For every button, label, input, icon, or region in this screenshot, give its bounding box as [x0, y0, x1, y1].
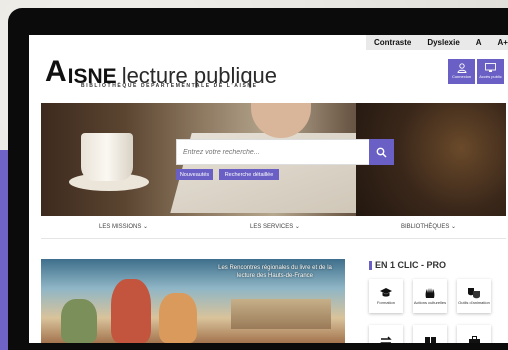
sidebar-heading-text: EN 1 CLIC - PRO [375, 260, 447, 270]
tile-catalog[interactable] [413, 325, 447, 343]
search-box [176, 139, 394, 165]
illustration-city [231, 299, 331, 329]
heading-accent [369, 260, 372, 270]
nav-libraries[interactable]: BIBLIOTHÈQUES ⌄ [401, 223, 456, 230]
open-book-icon [424, 337, 436, 343]
search-input[interactable] [177, 148, 369, 156]
toolbox-icon [468, 336, 480, 343]
tile-cultural-actions[interactable]: Actions culturelles [413, 279, 447, 313]
search-icon [376, 147, 387, 158]
browser-viewport: Contraste Dyslexie A A+ A ISNE lecture p… [29, 35, 508, 343]
tile-exchange[interactable] [369, 325, 403, 343]
featured-article-image[interactable]: Les Rencontres régionales du livre et de… [41, 259, 345, 343]
article-title: Les Rencontres régionales du livre et de… [218, 265, 332, 279]
hands-icon [425, 287, 435, 298]
accessibility-bar: Contraste Dyslexie A A+ [366, 35, 508, 50]
graduation-cap-icon [380, 288, 392, 297]
new-arrivals-button[interactable]: Nouveautés [176, 169, 213, 180]
theater-masks-icon [468, 287, 480, 299]
font-size-large[interactable]: A+ [495, 38, 508, 47]
logo-letter: A [45, 55, 67, 88]
hero-banner: Nouveautés Recherche détaillée [41, 103, 506, 216]
illustration-figure [61, 299, 97, 343]
tile-animation-tools[interactable]: Outils d'animation [457, 279, 491, 313]
login-label: Connexion [451, 74, 472, 80]
hero-cup [81, 133, 133, 181]
font-size-normal[interactable]: A [473, 38, 485, 47]
nav-divider [41, 238, 506, 239]
tile-label: Formation [376, 299, 395, 305]
monitor-icon [485, 63, 496, 73]
dyslexia-toggle[interactable]: Dyslexie [424, 38, 462, 47]
sidebar-heading: EN 1 CLIC - PRO [369, 260, 446, 270]
tile-label: Outils d'animation [458, 299, 490, 305]
search-button[interactable] [369, 139, 394, 165]
advanced-search-button[interactable]: Recherche détaillée [219, 169, 279, 180]
login-button[interactable]: Connexion [448, 59, 475, 84]
nav-missions[interactable]: LES MISSIONS ⌄ [99, 223, 148, 230]
nav-services[interactable]: LES SERVICES ⌄ [250, 223, 300, 230]
public-access-label: Accès public [479, 74, 502, 80]
contrast-toggle[interactable]: Contraste [371, 38, 414, 47]
tile-toolbox[interactable] [457, 325, 491, 343]
tile-formation[interactable]: Formation [369, 279, 403, 313]
tile-label: Actions culturelles [413, 299, 447, 305]
laptop-frame: Contraste Dyslexie A A+ A ISNE lecture p… [8, 8, 508, 350]
logo-tagline: BIBLIOTHÈQUE DÉPARTEMENTALE DE L'AISNE [81, 83, 258, 89]
exchange-arrows-icon [380, 336, 392, 343]
illustration-figure [159, 293, 197, 343]
user-icon [457, 63, 466, 74]
illustration-figure [111, 279, 151, 343]
public-access-button[interactable]: Accès public [477, 59, 504, 84]
